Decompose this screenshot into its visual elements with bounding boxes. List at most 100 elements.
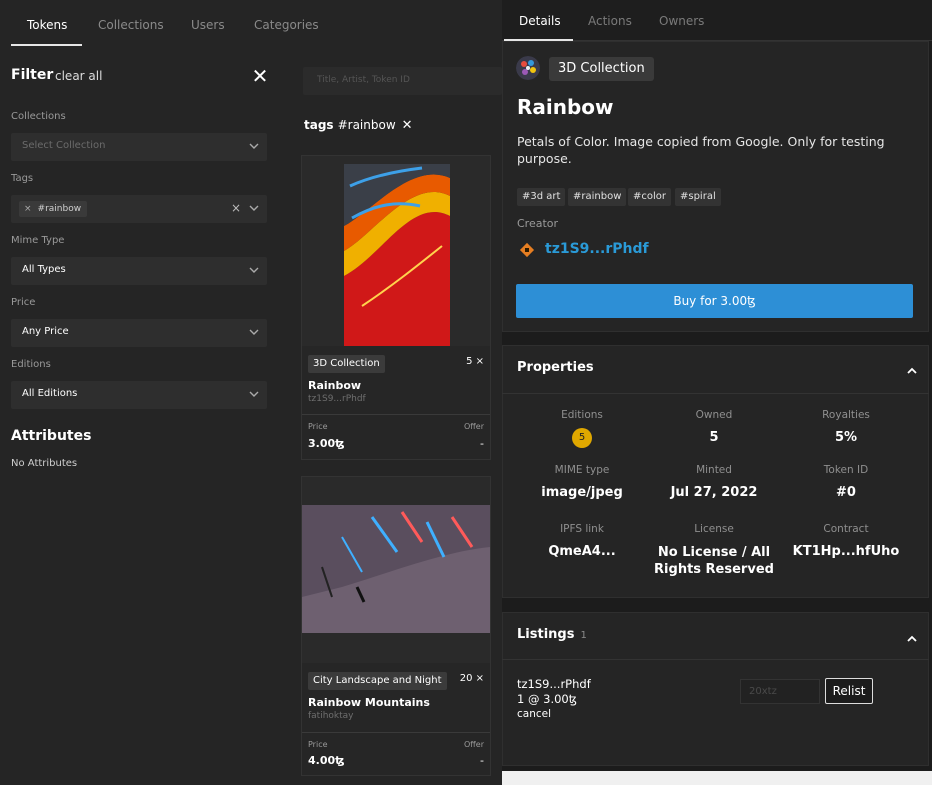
collections-select[interactable]: Select Collection — [11, 133, 267, 161]
properties-divider — [502, 393, 929, 394]
prop-label: MIME type — [554, 464, 610, 476]
prop-label: Royalties — [822, 409, 870, 421]
creator-avatar-icon — [519, 242, 535, 258]
mime-type-value: All Types — [22, 264, 66, 275]
browse-panel: Tokens Collections Users Categories Filt… — [0, 0, 502, 785]
token-price: 3.00ꜩ — [308, 437, 345, 450]
mime-type-label: Mime Type — [11, 235, 65, 246]
prop-value: image/jpeg — [541, 485, 623, 500]
prop-value: No License / All Rights Reserved — [654, 545, 774, 577]
prop-label: Contract — [823, 523, 869, 535]
prop-label: Owned — [695, 409, 733, 421]
editions-badge: 5 — [572, 428, 592, 448]
creator-address-link[interactable]: tz1S9...rPhdf — [545, 241, 649, 257]
mime-type-select[interactable]: All Types — [11, 257, 267, 285]
tags-heading-prefix: tags — [304, 118, 334, 132]
token-image-rainbow[interactable] — [302, 156, 490, 346]
tag-pill[interactable]: #spiral — [675, 188, 721, 206]
prop-label: Editions — [561, 409, 603, 421]
editions-label: Editions — [11, 359, 51, 370]
buy-button[interactable]: Buy for 3.00ꜩ — [516, 284, 913, 318]
token-image-rainbow-mountains[interactable] — [302, 477, 490, 663]
tab-details[interactable]: Details — [519, 14, 561, 28]
token-creator[interactable]: tz1S9...rPhdf — [308, 394, 366, 404]
page-bottom-strip — [502, 771, 932, 785]
token-description: Petals of Color. Image copied from Googl… — [517, 134, 885, 166]
relist-price-input[interactable]: 20xtz — [740, 679, 820, 704]
collection-link[interactable]: 3D Collection — [549, 57, 654, 81]
prop-label: Minted — [696, 464, 732, 476]
collection-badge[interactable]: City Landscape and Night — [308, 672, 447, 690]
tags-heading-tag: #rainbow — [337, 118, 396, 132]
token-price: 4.00ꜩ — [308, 754, 345, 767]
tag-chip-label: #rainbow — [37, 204, 82, 214]
price-value: Any Price — [22, 326, 69, 337]
token-name[interactable]: Rainbow Mountains — [308, 696, 430, 709]
ipfs-link[interactable]: QmeA4... — [512, 544, 652, 559]
chevron-up-icon[interactable] — [906, 362, 918, 374]
no-attributes-text: No Attributes — [11, 458, 78, 469]
token-offer: - — [480, 754, 484, 767]
card-divider — [302, 732, 490, 733]
creator-label: Creator — [517, 217, 559, 230]
token-card[interactable]: 3D Collection 5 × Rainbow tz1S9...rPhdf … — [301, 155, 491, 460]
collections-label: Collections — [11, 111, 66, 122]
contract-link[interactable]: KT1Hp...hfUho — [776, 544, 916, 559]
remove-tag-filter-icon[interactable]: ✕ — [402, 118, 413, 133]
tag-pill[interactable]: #3d art — [517, 188, 566, 206]
tab-tokens[interactable]: Tokens — [27, 18, 67, 32]
tags-select[interactable]: × #rainbow × — [11, 195, 267, 223]
tag-pill[interactable]: #rainbow — [568, 188, 627, 206]
relist-placeholder: 20xtz — [749, 686, 777, 697]
token-title: Rainbow — [517, 95, 614, 119]
search-placeholder: Title, Artist, Token ID — [317, 75, 410, 85]
browse-tabs: Tokens Collections Users Categories — [0, 0, 502, 48]
remove-tag-icon[interactable]: × — [24, 204, 32, 214]
chevron-down-icon — [249, 265, 259, 275]
clear-all-link[interactable]: clear all — [55, 69, 102, 83]
token-creator[interactable]: fatihoktay — [308, 711, 354, 721]
clear-tags-icon[interactable]: × — [231, 201, 241, 215]
editions-select[interactable]: All Editions — [11, 381, 267, 409]
tab-actions[interactable]: Actions — [588, 14, 632, 28]
price-select[interactable]: Any Price — [11, 319, 267, 347]
listings-label: Listings — [517, 627, 575, 642]
active-tab-underline — [11, 44, 82, 46]
chevron-up-icon[interactable] — [906, 630, 918, 642]
detail-tabs: Details Actions Owners — [502, 0, 932, 41]
collection-badge[interactable]: 3D Collection — [308, 355, 385, 373]
tab-users[interactable]: Users — [191, 18, 225, 32]
tag-pill[interactable]: #color — [628, 188, 672, 206]
cancel-listing-link[interactable]: cancel — [517, 708, 551, 720]
filter-title: Filter — [11, 67, 54, 83]
edition-count: 5 × — [466, 356, 484, 367]
listings-title: Listings 1 — [517, 627, 587, 642]
chevron-down-icon — [249, 389, 259, 399]
prop-value: Jul 27, 2022 — [670, 485, 758, 500]
tab-collections[interactable]: Collections — [98, 18, 164, 32]
relist-button[interactable]: Relist — [825, 678, 873, 704]
chevron-down-icon — [249, 327, 259, 337]
prop-value: #0 — [836, 485, 856, 500]
prop-value: 5% — [834, 430, 858, 445]
offer-label: Offer — [463, 422, 484, 431]
listings-count: 1 — [580, 630, 587, 641]
collection-avatar[interactable] — [516, 56, 540, 80]
offer-label: Offer — [463, 740, 484, 749]
close-filter-icon[interactable]: ✕ — [250, 66, 270, 86]
chevron-down-icon — [249, 141, 259, 151]
prop-value: 5 — [709, 430, 719, 445]
tag-chip[interactable]: × #rainbow — [19, 201, 88, 217]
token-name[interactable]: Rainbow — [308, 379, 361, 392]
properties-title: Properties — [517, 360, 594, 375]
edition-count: 20 × — [459, 673, 484, 684]
prop-editions-value: 5 — [512, 428, 652, 448]
tab-categories[interactable]: Categories — [254, 18, 319, 32]
tab-owners[interactable]: Owners — [659, 14, 704, 28]
listing-seller[interactable]: tz1S9...rPhdf — [517, 677, 591, 691]
token-offer: - — [480, 437, 484, 450]
price-label: Price — [11, 297, 36, 308]
token-card[interactable]: City Landscape and Night 20 × Rainbow Mo… — [301, 476, 491, 776]
prop-label: IPFS link — [560, 523, 604, 535]
search-input[interactable]: Title, Artist, Token ID — [303, 67, 502, 95]
